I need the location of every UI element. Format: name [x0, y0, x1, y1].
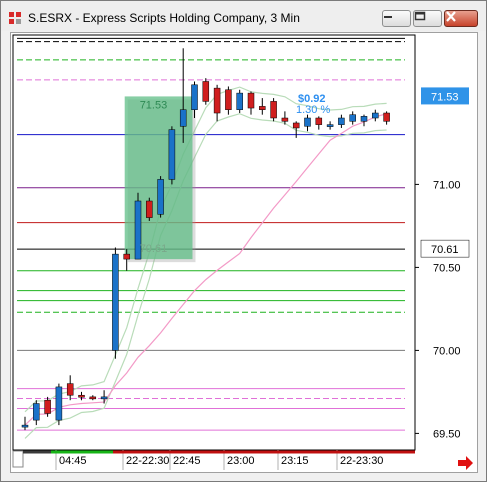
time-label: 22-22:30 [126, 455, 169, 467]
time-label: 04:45 [59, 455, 87, 467]
time-label: 22-23:30 [340, 455, 383, 467]
candle-body [100, 396, 108, 400]
candle-body [146, 200, 153, 218]
candle-body [372, 112, 379, 119]
maximize-button[interactable] [413, 10, 442, 27]
candle-body [315, 117, 323, 125]
lower-band-line [24, 113, 387, 439]
change-percent-label: 1.30 % [296, 104, 330, 116]
candle-body [123, 253, 130, 260]
box-low-label: 70.61 [140, 243, 168, 255]
candle-body [338, 117, 345, 125]
candle-body [21, 424, 29, 428]
price-chart[interactable]: 71.5370.61$0.921.30 % 71.0070.5070.0069.… [11, 33, 477, 472]
chart-window: S.ESRX - Express Scripts Holding Company… [0, 0, 487, 482]
candle-body [304, 117, 311, 127]
time-scroll-box[interactable] [12, 450, 24, 468]
price-tick-label: 71.00 [433, 179, 461, 191]
box-high-label: 71.53 [140, 99, 168, 111]
candle-body [281, 117, 289, 122]
candle-body [383, 112, 390, 122]
price-tick-label: 70.50 [433, 262, 461, 274]
title-bar[interactable]: S.ESRX - Express Scripts Holding Company… [1, 1, 486, 31]
close-icon [446, 11, 456, 22]
candle-body [292, 122, 300, 129]
candle-body [33, 403, 40, 421]
candle-body [326, 124, 334, 127]
reference-price-label: 70.61 [431, 244, 459, 256]
time-label: 22:45 [173, 455, 201, 467]
candle-body [360, 116, 368, 122]
candle-body [225, 89, 232, 110]
candle-body [66, 383, 74, 396]
candle-body [236, 92, 243, 110]
price-tick-label: 69.50 [433, 428, 461, 440]
moving-average-line [24, 113, 387, 426]
candle-body [179, 109, 187, 127]
app-logo-icon [9, 12, 21, 24]
candle-body [202, 81, 210, 102]
last-price-label: 71.53 [431, 91, 459, 103]
candle-body [270, 101, 277, 119]
minimize-button[interactable] [382, 10, 411, 27]
candle-body [55, 386, 63, 421]
close-button[interactable] [444, 10, 478, 27]
candle-body [349, 114, 356, 122]
price-tick-label: 70.00 [433, 345, 461, 357]
maximize-icon [414, 11, 426, 21]
chart-area[interactable]: 71.53 70.61 $0.92 1.30 % 71.00 70.50 70.00 69.… [10, 32, 478, 473]
candle-body [168, 129, 176, 180]
candle-body [112, 253, 119, 351]
candle-body [89, 396, 97, 400]
candle-body [44, 399, 51, 414]
window-title: S.ESRX - Express Scripts Holding Company… [28, 11, 300, 25]
time-label: 23:15 [281, 455, 309, 467]
arrow-right-icon[interactable] [458, 456, 473, 470]
minimize-icon [384, 16, 392, 18]
candle-body [157, 179, 164, 215]
candle-body [191, 84, 198, 110]
time-label: 23:00 [227, 455, 255, 467]
candle-body [213, 87, 221, 114]
candle-body [247, 92, 255, 109]
candle-body [78, 394, 85, 398]
candle-body [259, 106, 266, 110]
